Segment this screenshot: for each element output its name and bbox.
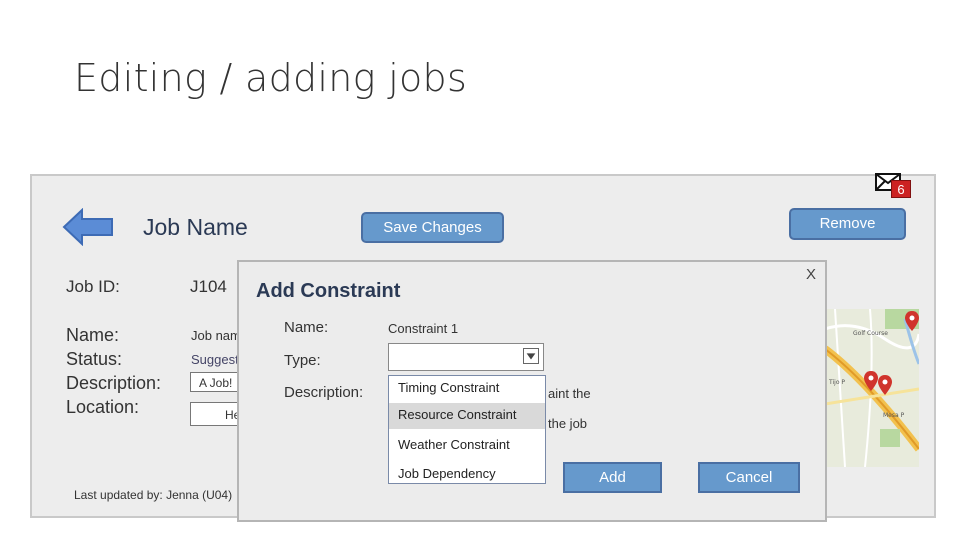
remove-button[interactable]: Remove [789, 208, 906, 240]
last-updated-text: Last updated by: Jenna (U04) [74, 488, 233, 502]
description-text-fragment: aint the [548, 386, 591, 401]
map-pin-icon [905, 311, 919, 331]
constraint-name-field[interactable]: Constraint 1 [388, 321, 458, 336]
dialog-close-button[interactable]: X [806, 266, 816, 283]
svg-text:Golf Course: Golf Course [853, 330, 888, 337]
description-label: Description: [66, 373, 162, 393]
chevron-down-icon[interactable] [523, 348, 539, 364]
dropdown-option-resource[interactable]: Resource Constraint [389, 403, 545, 429]
description-field[interactable]: A Job! [190, 372, 240, 392]
field-labels: Name: Status: Description: Location: [66, 323, 161, 419]
save-changes-button[interactable]: Save Changes [361, 212, 504, 243]
constraint-type-dropdown: Timing Constraint Resource Constraint We… [388, 375, 546, 484]
dropdown-option-timing[interactable]: Timing Constraint [389, 376, 545, 402]
name-label: Name: [66, 325, 120, 345]
constraint-description-label: Description: [284, 384, 364, 401]
constraint-type-select[interactable] [388, 343, 544, 371]
svg-text:Tijo P: Tijo P [828, 379, 845, 386]
job-id-label: Job ID: [66, 277, 120, 296]
constraint-name-label: Name: [284, 319, 329, 336]
job-name-title: Job Name [143, 214, 248, 240]
dialog-title: Add Constraint [256, 280, 401, 302]
map-pin-icon [864, 371, 892, 395]
back-arrow-icon[interactable] [62, 208, 114, 246]
job-id-value: J104 [190, 277, 227, 296]
cancel-button[interactable]: Cancel [698, 462, 800, 493]
description-text-fragment: the job [548, 416, 588, 431]
dropdown-option-job-dependency[interactable]: Job Dependency [389, 462, 545, 488]
location-label: Location: [66, 397, 140, 417]
status-field[interactable]: Suggest [191, 352, 239, 367]
status-label: Status: [66, 349, 123, 369]
location-field[interactable]: He [190, 402, 240, 426]
dropdown-option-weather[interactable]: Weather Constraint [389, 433, 545, 459]
svg-text:Mesa P: Mesa P [883, 412, 905, 419]
job-name-field[interactable]: Job nam [191, 328, 239, 343]
constraint-type-label: Type: [284, 352, 321, 369]
slide-title: Editing / adding jobs [74, 56, 468, 100]
notification-badge: 6 [891, 180, 911, 198]
add-button[interactable]: Add [563, 462, 662, 493]
location-map[interactable]: Golf Course Mesa P Tijo P [825, 309, 919, 467]
